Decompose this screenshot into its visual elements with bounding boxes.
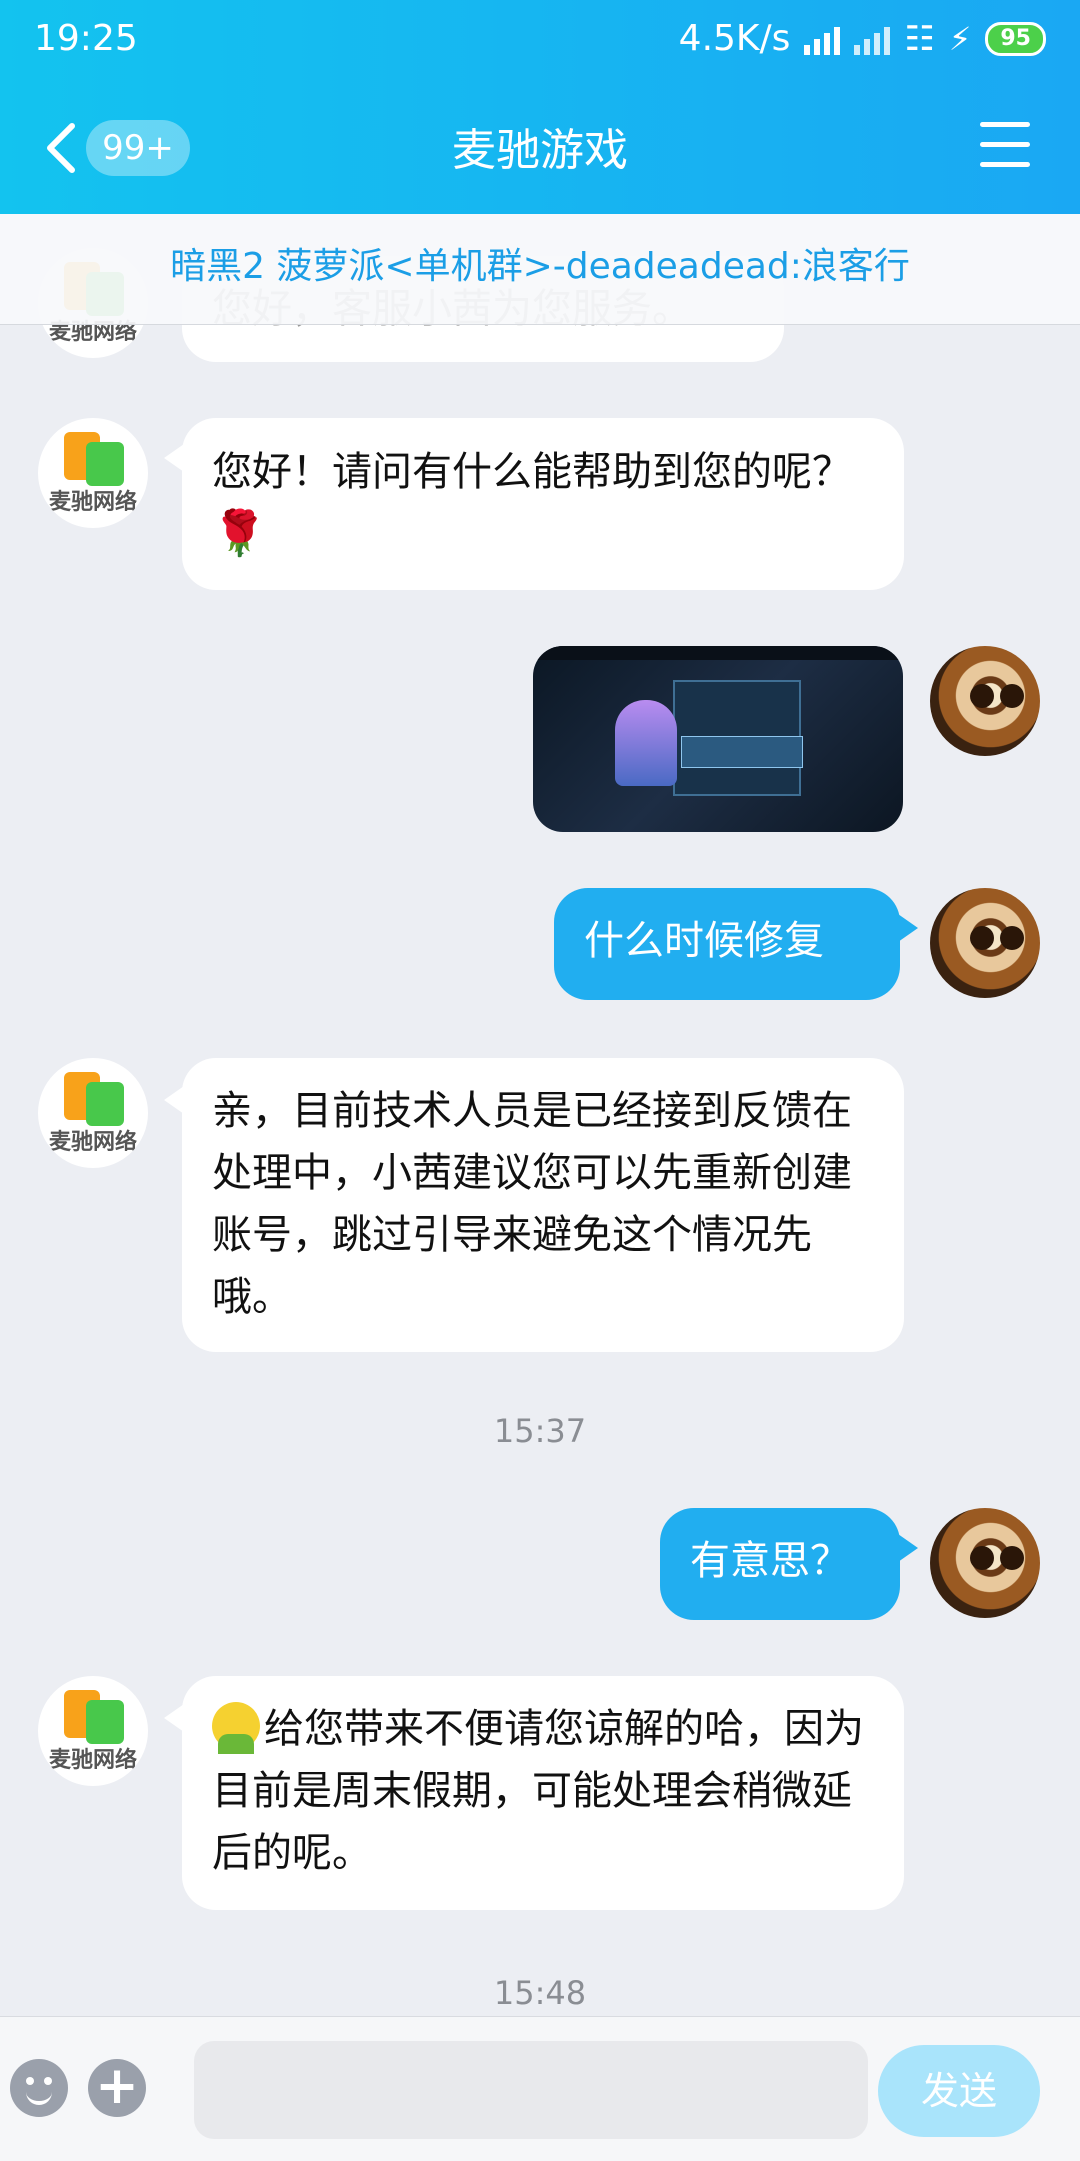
user-avatar[interactable] [930, 646, 1040, 756]
charging-icon: ⚡ [948, 19, 972, 58]
message-text: 有意思？ [690, 1538, 850, 1584]
company-logo-icon [64, 432, 126, 486]
smile-emoji-icon [212, 1702, 260, 1754]
logo-text: 麦驰网络 [48, 490, 137, 515]
network-speed: 4.5K/s [678, 18, 791, 59]
bubble-tail [164, 444, 184, 472]
message-bubble[interactable]: 什么时候修复 [554, 888, 900, 1000]
image-message[interactable] [533, 646, 903, 832]
message-bubble[interactable]: 亲，目前技术人员是已经接到反馈在处理中，小茜建议您可以先重新创建账号，跳过引导来… [182, 1058, 904, 1352]
company-logo-icon [64, 1690, 126, 1744]
user-avatar[interactable] [930, 888, 1040, 998]
send-button[interactable]: 发送 [878, 2045, 1040, 2137]
service-avatar[interactable]: 麦驰网络 [38, 1058, 148, 1168]
status-bar: 19:25 4.5K/s ☷ ⚡ 95 [34, 12, 1046, 68]
game-character-image [615, 700, 677, 786]
service-avatar[interactable]: 麦驰网络 [38, 1676, 148, 1786]
message-text: 亲，目前技术人员是已经接到反馈在处理中，小茜建议您可以先重新创建账号，跳过引导来… [212, 1088, 852, 1320]
group-banner[interactable]: 暗黑2 菠萝派<单机群>-deadeadead:浪客行 [0, 214, 1080, 325]
service-avatar[interactable]: 麦驰网络 [38, 418, 148, 528]
app-header: 19:25 4.5K/s ☷ ⚡ 95 99+ 麦驰游戏 [0, 0, 1080, 214]
logo-text: 麦驰网络 [48, 1130, 137, 1155]
bubble-tail [164, 1086, 184, 1114]
chat-title: 麦驰游戏 [452, 125, 628, 176]
signal-icon [804, 23, 841, 55]
message-bubble[interactable]: 您好！请问有什么能帮助到您的呢？ 🌹 [182, 418, 904, 590]
bubble-tail [898, 1534, 918, 1562]
battery-icon: 95 [985, 21, 1046, 56]
nav-bar: 99+ 麦驰游戏 [0, 108, 1080, 188]
message-text: 给您带来不便请您谅解的哈，因为目前是周末假期，可能处理会稍微延后的呢。 [212, 1706, 864, 1876]
company-logo-icon [64, 1072, 126, 1126]
signal-icon-2 [854, 23, 891, 55]
timestamp: 15:37 [493, 1412, 587, 1450]
wifi-icon: ☷ [904, 18, 935, 59]
add-attachment-icon[interactable]: + [88, 2059, 146, 2117]
bubble-tail [164, 1704, 184, 1732]
user-avatar[interactable] [930, 1508, 1040, 1618]
input-bar: + 发送 [0, 2016, 1080, 2161]
logo-text: 麦驰网络 [48, 1748, 137, 1773]
rose-icon: 🌹 [212, 508, 267, 559]
message-text: 什么时候修复 [584, 918, 824, 964]
status-indicators: 4.5K/s ☷ ⚡ 95 [679, 18, 1046, 59]
message-bubble[interactable]: 给您带来不便请您谅解的哈，因为目前是周末假期，可能处理会稍微延后的呢。 [182, 1676, 904, 1910]
message-input[interactable] [194, 2041, 868, 2139]
message-bubble[interactable]: 有意思？ [660, 1508, 900, 1620]
menu-icon[interactable] [980, 122, 1030, 170]
status-time: 19:25 [34, 18, 138, 59]
bubble-tail [898, 914, 918, 942]
emoji-button-icon[interactable] [10, 2059, 68, 2117]
timestamp: 15:48 [493, 1974, 587, 2012]
message-text: 您好！请问有什么能帮助到您的呢？ [212, 449, 852, 495]
